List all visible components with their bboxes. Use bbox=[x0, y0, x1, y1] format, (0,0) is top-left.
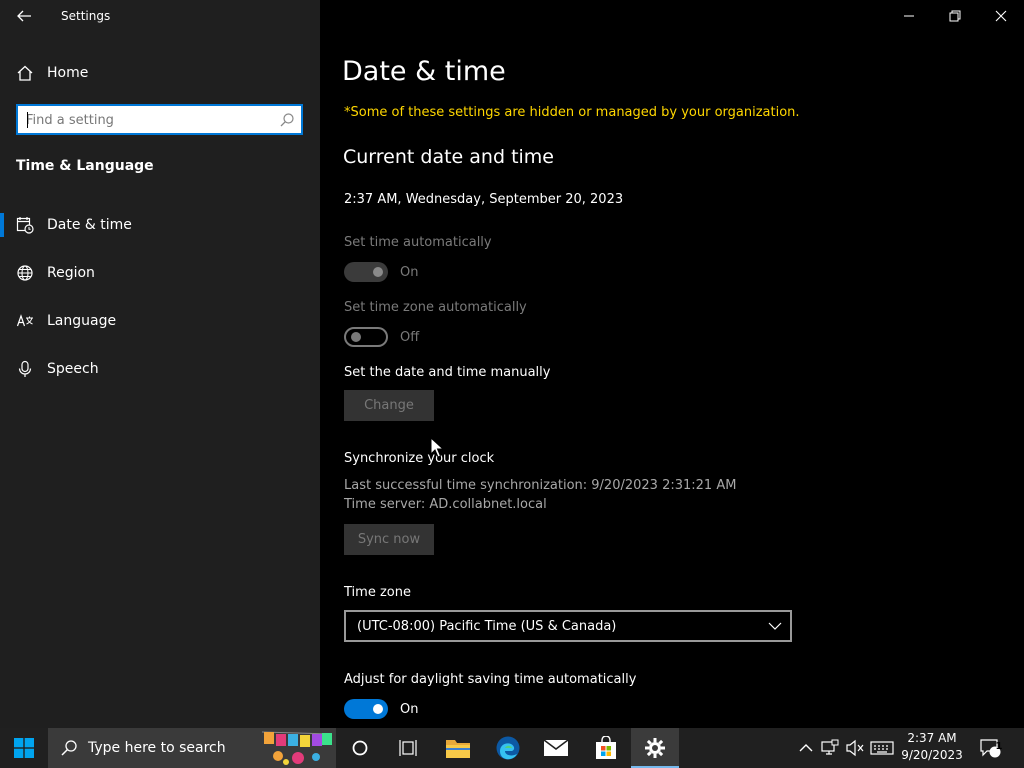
back-arrow-icon bbox=[17, 10, 31, 22]
start-button[interactable] bbox=[0, 728, 48, 768]
sidebar-item-label: Speech bbox=[47, 361, 99, 377]
page-title: Date & time bbox=[342, 56, 506, 87]
search-highlight-doodle-icon bbox=[261, 731, 333, 765]
current-date-time-heading: Current date and time bbox=[343, 146, 554, 168]
restore-button[interactable] bbox=[932, 0, 978, 32]
time-server-text: Time server: AD.collabnet.local bbox=[344, 497, 547, 512]
edge-browser-icon bbox=[496, 736, 520, 760]
sidebar-item-region[interactable]: Region bbox=[0, 255, 320, 291]
titlebar-left: Settings bbox=[0, 0, 320, 32]
search-icon bbox=[61, 740, 77, 756]
section-title: Time & Language bbox=[16, 158, 154, 174]
sync-clock-heading: Synchronize your clock bbox=[344, 451, 495, 466]
cortana-button[interactable] bbox=[336, 728, 384, 768]
restore-icon bbox=[949, 10, 961, 22]
search-box[interactable] bbox=[16, 104, 303, 135]
mail-icon bbox=[543, 739, 569, 756]
last-sync-text: Last successful time synchronization: 9/… bbox=[344, 478, 737, 493]
taskbar-clock[interactable]: 2:37 AM 9/20/2023 bbox=[900, 730, 964, 764]
folder-icon bbox=[446, 740, 470, 758]
set-time-auto-toggle[interactable] bbox=[344, 262, 388, 282]
search-icon[interactable] bbox=[279, 112, 295, 128]
store-bag-icon bbox=[596, 736, 616, 759]
set-manually-label: Set the date and time manually bbox=[344, 365, 551, 380]
set-timezone-auto-state: Off bbox=[400, 330, 420, 345]
set-time-auto-label: Set time automatically bbox=[344, 235, 492, 250]
calendar-clock-icon bbox=[16, 217, 34, 234]
sidebar-item-speech[interactable]: Speech bbox=[0, 351, 320, 387]
settings-taskbar-button[interactable] bbox=[631, 728, 679, 768]
sidebar: Settings Home Time & Language Date & tim… bbox=[0, 0, 320, 728]
sidebar-item-label: Date & time bbox=[47, 217, 132, 233]
sidebar-item-home[interactable]: Home bbox=[0, 58, 320, 88]
org-managed-notice: *Some of these settings are hidden or ma… bbox=[344, 105, 800, 120]
windows-logo-icon bbox=[14, 738, 34, 758]
toggle-knob bbox=[373, 704, 383, 714]
app-title: Settings bbox=[61, 9, 111, 23]
sidebar-item-label: Language bbox=[47, 313, 117, 329]
current-date-time-value: 2:37 AM, Wednesday, September 20, 2023 bbox=[344, 192, 624, 207]
taskbar: Type here to search 2:37 AM 9/20/2023 1 bbox=[0, 728, 1024, 768]
close-button[interactable] bbox=[978, 0, 1024, 32]
set-time-auto-state: On bbox=[400, 265, 419, 280]
show-hidden-icons-chevron-icon[interactable] bbox=[796, 738, 816, 758]
task-view-icon bbox=[399, 740, 417, 756]
cortana-icon bbox=[352, 740, 368, 756]
gear-icon bbox=[645, 738, 665, 758]
minimize-icon bbox=[904, 15, 914, 17]
task-view-button[interactable] bbox=[384, 728, 432, 768]
set-timezone-auto-label: Set time zone automatically bbox=[344, 300, 527, 315]
selection-indicator bbox=[0, 213, 4, 237]
mail-button[interactable] bbox=[532, 728, 580, 768]
time-zone-dropdown[interactable]: (UTC-08:00) Pacific Time (US & Canada) bbox=[344, 610, 792, 642]
dst-state: On bbox=[400, 702, 419, 717]
volume-muted-icon[interactable] bbox=[845, 738, 865, 758]
sidebar-item-label: Region bbox=[47, 265, 95, 281]
back-button[interactable] bbox=[10, 4, 38, 28]
dst-toggle[interactable] bbox=[344, 699, 388, 719]
sync-now-button[interactable]: Sync now bbox=[344, 524, 434, 555]
time-zone-value: (UTC-08:00) Pacific Time (US & Canada) bbox=[357, 619, 617, 634]
taskbar-search[interactable]: Type here to search bbox=[48, 728, 336, 768]
globe-icon bbox=[17, 265, 33, 281]
network-icon[interactable] bbox=[820, 738, 840, 758]
sidebar-item-label: Home bbox=[47, 65, 89, 81]
edge-button[interactable] bbox=[484, 728, 532, 768]
search-input[interactable] bbox=[26, 110, 266, 130]
change-button[interactable]: Change bbox=[344, 390, 434, 421]
minimize-button[interactable] bbox=[886, 0, 932, 32]
sidebar-item-date-time[interactable]: Date & time bbox=[0, 207, 320, 243]
clock-date: 9/20/2023 bbox=[901, 748, 963, 762]
action-center-button[interactable]: 1 bbox=[972, 728, 1008, 768]
home-icon bbox=[17, 65, 33, 81]
toggle-knob bbox=[351, 332, 361, 342]
toggle-knob bbox=[373, 267, 383, 277]
mouse-cursor-icon bbox=[430, 437, 444, 458]
time-zone-label: Time zone bbox=[344, 585, 411, 600]
dst-label: Adjust for daylight saving time automati… bbox=[344, 672, 637, 687]
keyboard-icon[interactable] bbox=[870, 738, 894, 758]
notification-count-badge: 1 bbox=[995, 741, 1003, 752]
microphone-icon bbox=[18, 360, 32, 377]
close-icon bbox=[995, 10, 1007, 22]
store-button[interactable] bbox=[582, 728, 630, 768]
set-timezone-auto-toggle[interactable] bbox=[344, 327, 388, 347]
chevron-down-icon bbox=[768, 622, 782, 630]
sidebar-item-language[interactable]: Language bbox=[0, 303, 320, 339]
language-icon bbox=[16, 314, 33, 327]
file-explorer-button[interactable] bbox=[434, 728, 482, 768]
taskbar-search-placeholder: Type here to search bbox=[88, 740, 226, 756]
clock-time: 2:37 AM bbox=[907, 731, 957, 745]
main-content: Date & time *Some of these settings are … bbox=[320, 0, 1024, 728]
text-caret bbox=[27, 112, 28, 128]
